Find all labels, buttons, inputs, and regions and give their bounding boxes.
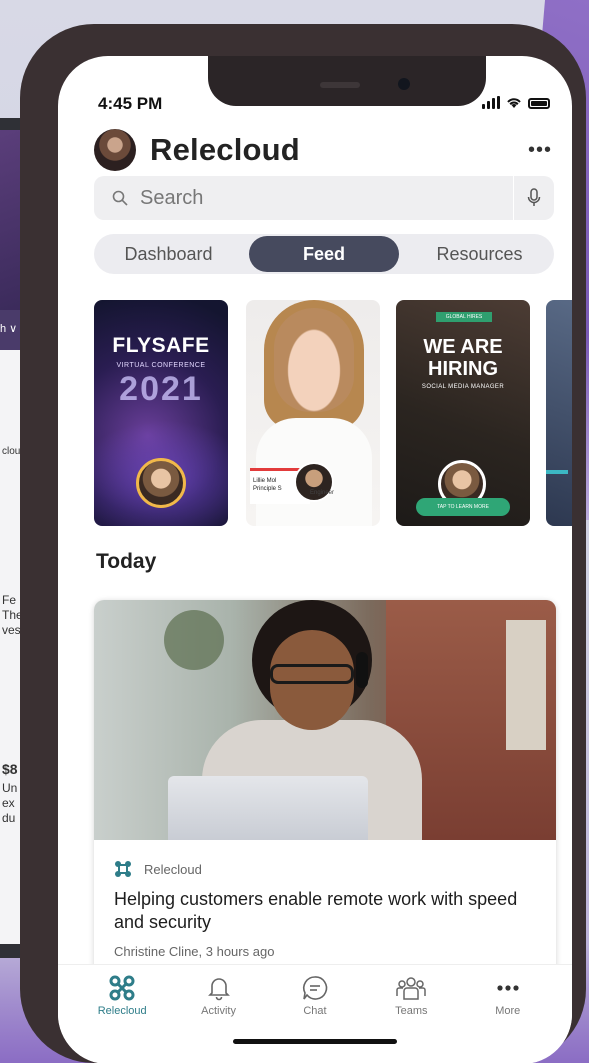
story-title: FLYSAFE xyxy=(112,334,210,357)
photo-glasses xyxy=(270,664,354,684)
story-person-face xyxy=(274,308,354,412)
tabbar-item-chat[interactable]: Chat xyxy=(275,973,355,1017)
status-icons xyxy=(482,96,550,109)
section-heading: Today xyxy=(96,550,157,573)
tabbar-label: Relecloud xyxy=(97,1005,147,1017)
camera xyxy=(398,78,410,90)
story-year: 2021 xyxy=(119,370,203,408)
story-accent xyxy=(546,470,568,474)
photo-headset xyxy=(356,652,368,688)
segmented-control: Dashboard Feed Resources xyxy=(94,234,554,274)
post-meta: Christine Cline, 3 hours ago xyxy=(114,944,275,959)
tabbar-label: Chat xyxy=(303,1005,327,1017)
tabbar-item-activity[interactable]: Activity xyxy=(179,973,259,1017)
story-subtitle: VIRTUAL CONFERENCE xyxy=(116,362,206,369)
tab-resources[interactable]: Resources xyxy=(405,244,554,265)
story-role-end: Engineer xyxy=(310,490,335,496)
tab-dashboard[interactable]: Dashboard xyxy=(94,244,243,265)
tabbar-label: More xyxy=(495,1005,521,1017)
story-cta: TAP TO LEARN MORE xyxy=(416,498,510,516)
tabbar-label: Teams xyxy=(395,1005,428,1017)
story-card-profile[interactable]: Lillie Mol Principle S Engineer xyxy=(246,300,380,526)
chat-icon xyxy=(302,976,328,1000)
post-body: Relecloud Helping customers enable remot… xyxy=(94,840,556,959)
story-card-partial[interactable] xyxy=(546,300,572,526)
app-header: Relecloud ••• xyxy=(94,128,552,172)
feed-card[interactable]: Relecloud Helping customers enable remot… xyxy=(94,600,556,978)
photo-laptop xyxy=(168,776,368,840)
more-icon xyxy=(497,985,519,991)
tab-feed[interactable]: Feed xyxy=(249,236,399,272)
status-time: 4:45 PM xyxy=(98,94,163,113)
story-avatar xyxy=(294,462,334,502)
bell-icon xyxy=(207,978,230,1001)
tabbar-item-teams[interactable]: Teams xyxy=(371,973,451,1017)
story-subtitle: SOCIAL MEDIA MANAGER xyxy=(421,384,505,390)
story-card-flysafe[interactable]: FLYSAFE VIRTUAL CONFERENCE 2021 xyxy=(94,300,228,526)
story-card-hiring[interactable]: GLOBAL HIRES WE ARE HIRING SOCIAL MEDIA … xyxy=(396,300,530,526)
notch xyxy=(208,56,486,106)
phone-frame: 4:45 PM Relecloud ••• Search Dashboard F… xyxy=(20,24,586,1063)
more-options-button[interactable]: ••• xyxy=(528,139,552,162)
avatar[interactable] xyxy=(94,129,136,171)
wifi-icon xyxy=(507,98,521,108)
signal-icon xyxy=(482,96,500,109)
app-title: Relecloud xyxy=(150,132,300,167)
post-headline[interactable]: Helping customers enable remote work wit… xyxy=(114,888,536,934)
speaker xyxy=(320,82,360,88)
bottom-tab-bar: Relecloud Activity Chat Teams More xyxy=(58,964,572,1063)
microphone-button[interactable] xyxy=(514,188,554,208)
relecloud-icon xyxy=(109,975,135,1001)
search-icon xyxy=(112,190,128,206)
tabbar-item-relecloud[interactable]: Relecloud xyxy=(82,973,162,1017)
tabbar-item-more[interactable]: More xyxy=(468,973,548,1017)
photo-plant xyxy=(164,610,224,670)
story-headline: WE ARE HIRING xyxy=(423,336,503,380)
search-bar[interactable]: Search xyxy=(94,176,554,220)
search-input[interactable]: Search xyxy=(140,187,203,210)
photo-window xyxy=(506,620,546,750)
teams-icon xyxy=(396,977,427,1000)
post-source: Relecloud xyxy=(114,860,536,878)
home-indicator[interactable] xyxy=(233,1039,397,1044)
microphone-icon xyxy=(527,188,541,206)
post-source-name: Relecloud xyxy=(144,861,202,877)
post-image xyxy=(94,600,556,840)
tabbar-label: Activity xyxy=(201,1005,236,1017)
story-avatar xyxy=(136,458,186,508)
story-badge: GLOBAL HIRES xyxy=(436,312,492,322)
stories-carousel: FLYSAFE VIRTUAL CONFERENCE 2021 Lillie M… xyxy=(94,300,572,526)
relecloud-logo-icon xyxy=(115,861,131,877)
battery-icon xyxy=(528,98,550,109)
phone-screen: 4:45 PM Relecloud ••• Search Dashboard F… xyxy=(58,56,572,1063)
